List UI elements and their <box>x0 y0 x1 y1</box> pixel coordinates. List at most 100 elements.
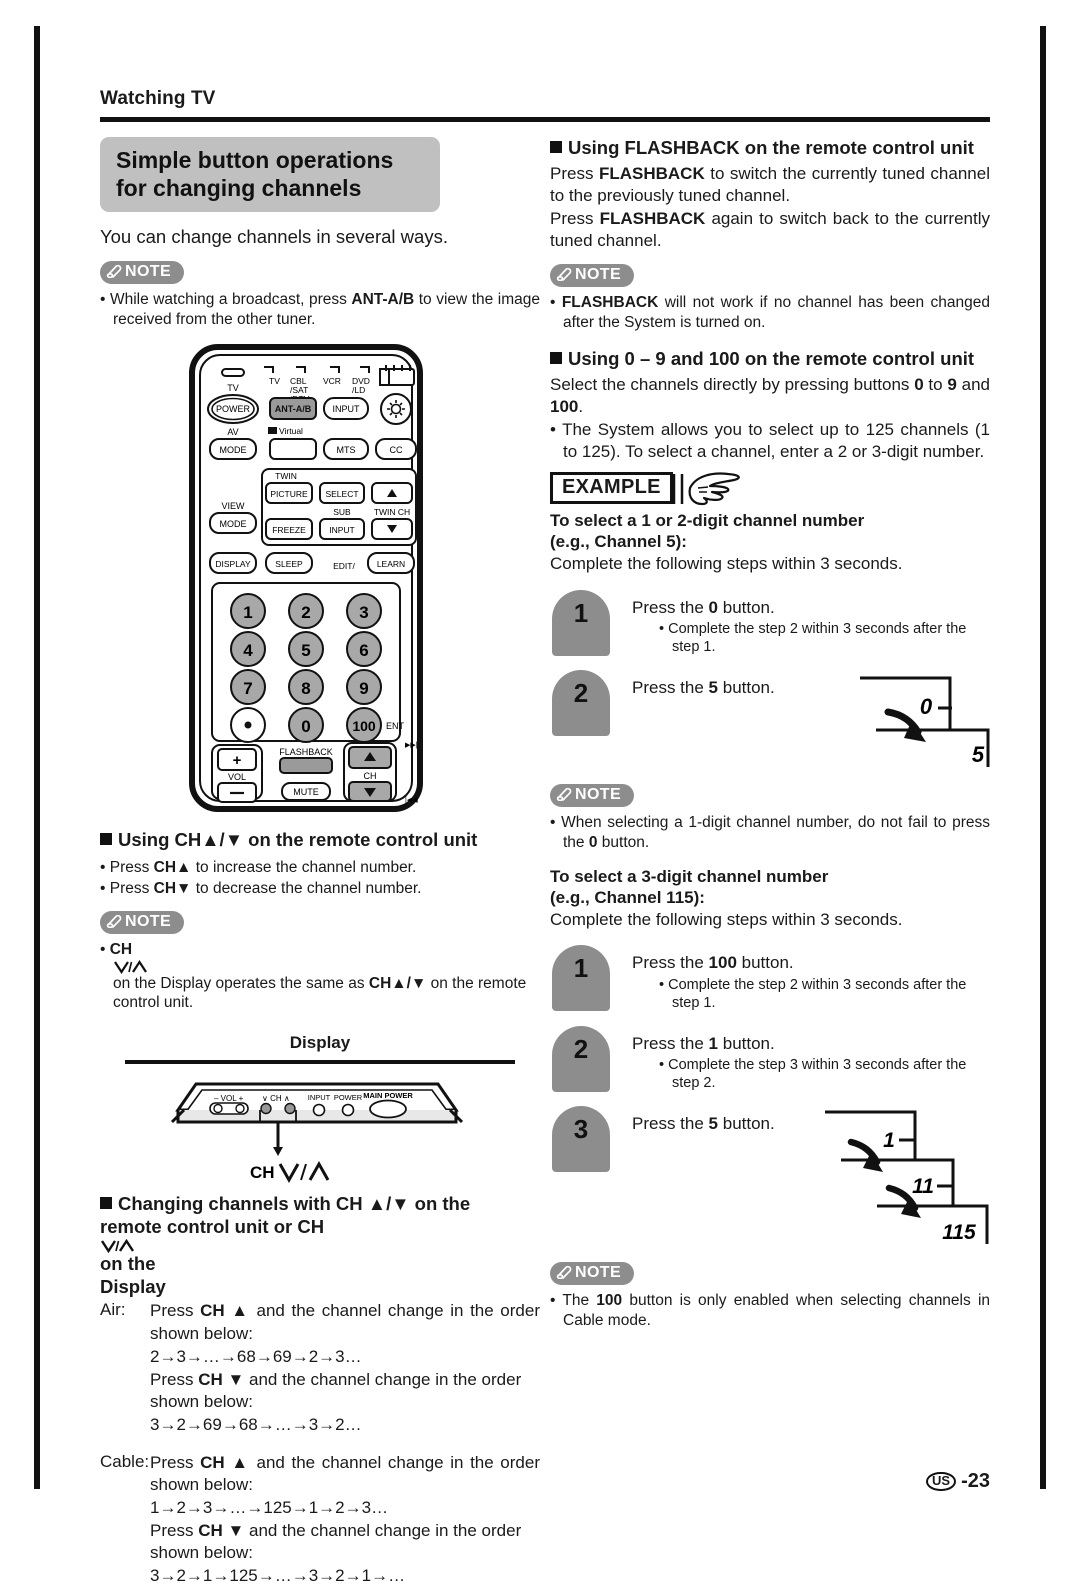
svg-text:TV: TV <box>269 376 280 386</box>
step-number-badge: 1 <box>552 589 610 656</box>
svg-text:MUTE: MUTE <box>293 787 319 797</box>
note-badge-hundred: NOTE <box>550 1262 635 1286</box>
svg-text:+: + <box>233 752 242 769</box>
list-item: Press CH▲ to increase the channel number… <box>100 858 540 878</box>
svg-text:MODE: MODE <box>220 519 247 529</box>
cable-block: Cable: Press CH ▲ and the channel change… <box>100 1452 540 1588</box>
step-item: 1 Press the 100 button. Complete the ste… <box>550 945 990 1012</box>
svg-text:VIEW: VIEW <box>221 501 245 511</box>
svg-text:VCR: VCR <box>323 376 341 386</box>
step-note: Complete the step 2 within 3 seconds aft… <box>632 620 990 656</box>
using-ch-bullets: Press CH▲ to increase the channel number… <box>100 858 540 898</box>
svg-text:4: 4 <box>243 641 253 660</box>
svg-text:INPUT: INPUT <box>308 1093 331 1102</box>
svg-text:Virtual: Virtual <box>279 426 303 436</box>
svg-text:FREEZE: FREEZE <box>272 525 306 535</box>
square-bullet-icon <box>100 1196 112 1209</box>
svg-text:/LD: /LD <box>352 385 365 395</box>
note-label: NOTE <box>575 786 622 804</box>
heading-changing-channels: Changing channels with CH ▲/▼ on the rem… <box>100 1193 540 1299</box>
heading-line2: remote control unit or CH on the <box>100 1216 540 1274</box>
paperclip-icon <box>556 1264 573 1280</box>
section-lead: You can change channels in several ways. <box>100 226 448 248</box>
example-1-intro: Complete the following steps within 3 se… <box>550 554 903 574</box>
note-label: NOTE <box>575 266 622 284</box>
note-list-flashback: FLASHBACK will not work if no channel ha… <box>550 293 990 332</box>
note-item: CH on the Display operates the same as C… <box>100 940 540 1013</box>
cable-down-sequence: 3→2→1→125→…→3→2→1→… <box>150 1566 406 1586</box>
note-list-hundred: The 100 button is only enabled when sele… <box>550 1291 990 1330</box>
right-column: Using FLASHBACK on the remote control un… <box>550 137 990 1588</box>
paperclip-icon <box>106 263 123 279</box>
svg-text:INPUT: INPUT <box>329 525 355 535</box>
pointing-hand-icon <box>672 472 740 506</box>
svg-text:MODE: MODE <box>220 445 247 455</box>
page-border-right <box>1040 26 1046 1489</box>
svg-text:TWIN CH: TWIN CH <box>374 507 410 517</box>
note-item: While watching a broadcast, press ANT-A/… <box>100 290 540 329</box>
remote-control-illustration: TV TV CBL /SAT /DTV VCR DVD /LD POWER <box>100 343 540 813</box>
svg-text:POWER: POWER <box>216 404 251 414</box>
svg-text:TV: TV <box>227 383 239 393</box>
svg-text:AV: AV <box>227 427 238 437</box>
stair-value-1: 1 <box>883 1129 895 1152</box>
step-number-badge: 3 <box>552 1106 610 1173</box>
region-mark: US <box>926 1471 957 1492</box>
svg-text:9: 9 <box>359 679 368 698</box>
stair-value-11: 11 <box>912 1175 934 1198</box>
svg-text:ENT: ENT <box>386 721 405 731</box>
note-badge-ant: NOTE <box>100 261 185 285</box>
ch-down-up-glyph <box>100 1238 540 1253</box>
paperclip-icon <box>556 786 573 802</box>
example-1-title: To select a 1 or 2-digit channel number(… <box>550 511 865 552</box>
cable-up-sequence: 1→2→3→…→125→1→2→3… <box>150 1498 389 1518</box>
svg-text:POWER: POWER <box>334 1093 363 1102</box>
step-note: Complete the step 3 within 3 seconds aft… <box>632 1056 990 1092</box>
svg-text:1: 1 <box>243 603 252 622</box>
note-label: NOTE <box>125 263 172 281</box>
note-list-ch: CH on the Display operates the same as C… <box>100 940 540 1013</box>
svg-text:SELECT: SELECT <box>325 489 358 499</box>
svg-text:PICTURE: PICTURE <box>270 489 308 499</box>
cable-up-text: Press CH ▲ and the channel change in the… <box>150 1453 540 1495</box>
display-caption: Display <box>289 1032 351 1052</box>
step-note: Complete the step 2 within 3 seconds aft… <box>632 976 990 1012</box>
list-item: Press CH▼ to decrease the channel number… <box>100 879 540 899</box>
column-gap <box>540 137 550 1588</box>
page-number: -23 <box>961 1470 990 1492</box>
note-badge-flashback: NOTE <box>550 264 635 288</box>
svg-text:CC: CC <box>390 445 403 455</box>
svg-text:EDIT/: EDIT/ <box>333 561 355 571</box>
step-item: 3 Press the 5 button. 1 11 115 <box>550 1106 990 1256</box>
air-up-sequence: 2→3→…→68→69→2→3… <box>150 1346 362 1366</box>
paperclip-icon <box>556 266 573 282</box>
note-label: NOTE <box>125 913 172 931</box>
example-badge-row: EXAMPLE <box>550 472 990 508</box>
cable-label: Cable: <box>100 1452 150 1471</box>
svg-text:SUB: SUB <box>333 507 351 517</box>
section-title: Simple button operations for changing ch… <box>100 137 440 213</box>
note-badge-ch: NOTE <box>100 911 185 935</box>
air-down-sequence: 3→2→69→68→…→3→2… <box>150 1414 362 1434</box>
air-up-text: Press CH ▲ and the channel change in the… <box>150 1301 540 1343</box>
svg-text:|◀◀: |◀◀ <box>405 797 418 804</box>
note-list-ant: While watching a broadcast, press ANT-A/… <box>100 290 540 329</box>
step-instruction: Press the 0 button. <box>632 597 775 617</box>
running-head: Watching TV <box>100 88 216 109</box>
air-label: Air: <box>100 1300 126 1320</box>
page-columns: Simple button operations for changing ch… <box>100 137 990 1588</box>
paperclip-icon <box>106 913 123 929</box>
header-rule <box>100 117 990 122</box>
air-down-text: Press CH ▼ and the channel change in the… <box>150 1369 522 1411</box>
note-list-onedigit: When selecting a 1-digit channel number,… <box>550 813 990 852</box>
step-instruction: Press the 100 button. <box>632 953 794 973</box>
left-column: Simple button operations for changing ch… <box>100 137 540 1588</box>
page-footer: US -23 <box>926 1470 990 1493</box>
svg-text:ANT-A/B: ANT-A/B <box>275 404 312 414</box>
svg-text:5: 5 <box>301 641 310 660</box>
svg-text:8: 8 <box>301 679 310 698</box>
ch-down-up-glyph <box>113 959 540 974</box>
list-item: The System allows you to select up to 12… <box>550 419 990 462</box>
step-number-badge: 2 <box>552 1025 610 1092</box>
example-2-title: To select a 3-digit channel number (e.g.,… <box>550 867 829 908</box>
